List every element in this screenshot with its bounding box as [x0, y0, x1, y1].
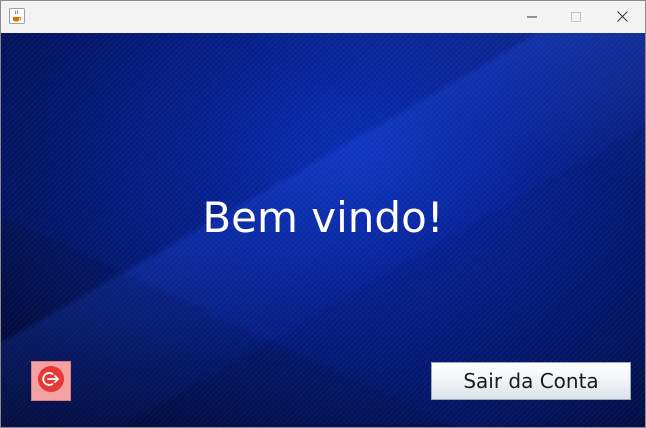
title-bar[interactable] [1, 1, 645, 33]
logout-icon-button[interactable] [31, 361, 71, 401]
logout-icon [37, 365, 65, 397]
java-cup-icon [9, 8, 25, 24]
maximize-icon [571, 7, 581, 26]
minimize-icon [527, 7, 537, 26]
welcome-heading: Bem vindo! [202, 193, 444, 242]
close-icon [616, 7, 628, 26]
maximize-button[interactable] [553, 1, 599, 31]
signout-button[interactable]: Sair da Conta [431, 362, 631, 400]
close-button[interactable] [599, 1, 645, 31]
minimize-button[interactable] [509, 1, 555, 31]
app-window: Bem vindo! Sair da Conta [0, 0, 646, 428]
main-panel: Bem vindo! Sair da Conta [1, 33, 645, 427]
